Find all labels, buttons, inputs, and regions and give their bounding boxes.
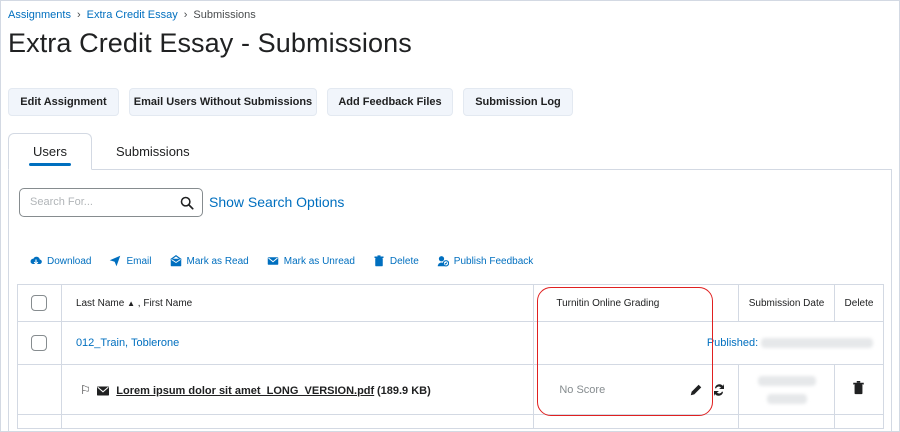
empty-cell (17, 414, 62, 429)
download-label: Download (47, 255, 92, 267)
published-status: Published: (706, 337, 759, 349)
table-header-row: Last Name ▲ , First Name Turnitin Online… (17, 284, 885, 322)
flag-icon[interactable]: ⚐ (80, 383, 91, 397)
first-name-sort-link[interactable]: , First Name (138, 298, 192, 309)
table-row (17, 414, 885, 429)
tab-bar: Users Submissions (8, 133, 214, 170)
tab-users[interactable]: Users (8, 133, 92, 170)
sort-ascending-icon: ▲ (127, 298, 135, 308)
envelope-icon (267, 257, 278, 265)
empty-cell (833, 414, 885, 429)
email-label: Email (126, 255, 152, 267)
show-search-options-link[interactable]: Show Search Options (209, 194, 344, 210)
empty-cell (17, 364, 62, 415)
delete-column-header: Delete (833, 284, 885, 322)
breadcrumb-assignments-link[interactable]: Assignments (8, 9, 71, 21)
last-name-sort-link[interactable]: Last Name (76, 298, 124, 309)
score-text: No Score (559, 383, 606, 396)
envelope-open-icon (169, 255, 182, 267)
select-all-cell (17, 284, 62, 322)
mark-read-action[interactable]: Mark as Read (169, 255, 249, 267)
chevron-right-icon: › (183, 9, 188, 21)
delete-action[interactable]: Delete (373, 255, 419, 267)
delete-cell (833, 364, 885, 415)
breadcrumb: Assignments › Extra Credit Essay › Submi… (8, 9, 256, 21)
breadcrumb-current: Submissions (193, 9, 256, 21)
user-name-link[interactable]: 012_Train, Toblerone (76, 337, 179, 349)
file-cell: ⚐ Lorem ipsum dolor sit amet_LONG_VERSIO… (60, 364, 535, 415)
name-column-header[interactable]: Last Name ▲ , First Name (60, 284, 535, 322)
published-date-redacted (761, 338, 873, 349)
search-input[interactable]: Search For... (19, 188, 203, 217)
download-action[interactable]: Download (30, 255, 91, 267)
turnitin-column-header: Turnitin Online Grading (533, 284, 740, 322)
submissions-table: Last Name ▲ , First Name Turnitin Online… (17, 284, 885, 429)
breadcrumb-assignment-link[interactable]: Extra Credit Essay (87, 9, 178, 21)
tab-submissions[interactable]: Submissions (92, 133, 214, 170)
toolbar: Edit Assignment Email Users Without Subm… (8, 88, 573, 116)
empty-cell (60, 414, 535, 429)
turnitin-cell: No Score (533, 364, 740, 415)
table-row: 012_Train, Toblerone Published: (17, 321, 884, 365)
chevron-right-icon: › (76, 9, 81, 21)
page-title: Extra Credit Essay - Submissions (8, 28, 412, 58)
mark-read-label: Mark as Read (186, 255, 249, 267)
mark-unread-action[interactable]: Mark as Unread (267, 255, 355, 267)
add-feedback-files-button[interactable]: Add Feedback Files (327, 88, 453, 116)
date-redacted (757, 375, 816, 386)
file-size: (189.9 KB) (376, 384, 431, 397)
envelope-icon (97, 386, 110, 396)
publish-feedback-action[interactable]: Publish Feedback (437, 255, 534, 267)
table-row: ⚐ Lorem ipsum dolor sit amet_LONG_VERSIO… (17, 364, 885, 415)
trash-icon[interactable] (853, 381, 865, 395)
date-column-header: Submission Date (738, 284, 835, 322)
delete-label: Delete (389, 255, 419, 267)
publish-user-icon (437, 256, 449, 267)
mark-unread-label: Mark as Unread (283, 255, 355, 267)
trash-icon (374, 255, 384, 267)
search-icon[interactable] (180, 196, 194, 210)
email-users-button[interactable]: Email Users Without Submissions (129, 88, 317, 116)
empty-cell (738, 414, 835, 429)
submission-log-button[interactable]: Submission Log (463, 88, 573, 116)
email-action[interactable]: Email (109, 255, 152, 267)
row-select-cell (17, 321, 62, 365)
search-placeholder: Search For... (30, 196, 93, 208)
time-redacted (766, 393, 807, 404)
file-link[interactable]: Lorem ipsum dolor sit amet_LONG_VERSION.… (116, 385, 374, 397)
select-all-checkbox[interactable] (31, 295, 48, 311)
sync-icon[interactable] (713, 382, 725, 398)
send-icon (110, 255, 121, 267)
row-checkbox[interactable] (31, 335, 48, 351)
edit-assignment-button[interactable]: Edit Assignment (8, 88, 119, 116)
bulk-actions: Download Email Mark as Read Mark as Unre… (30, 255, 551, 267)
empty-cell (533, 414, 740, 429)
cloud-download-icon (30, 256, 42, 265)
pencil-icon[interactable] (689, 383, 703, 397)
publish-feedback-label: Publish Feedback (453, 255, 534, 267)
submission-date-cell (738, 364, 835, 415)
published-cell: Published: (533, 321, 884, 365)
user-cell: 012_Train, Toblerone (60, 321, 535, 365)
